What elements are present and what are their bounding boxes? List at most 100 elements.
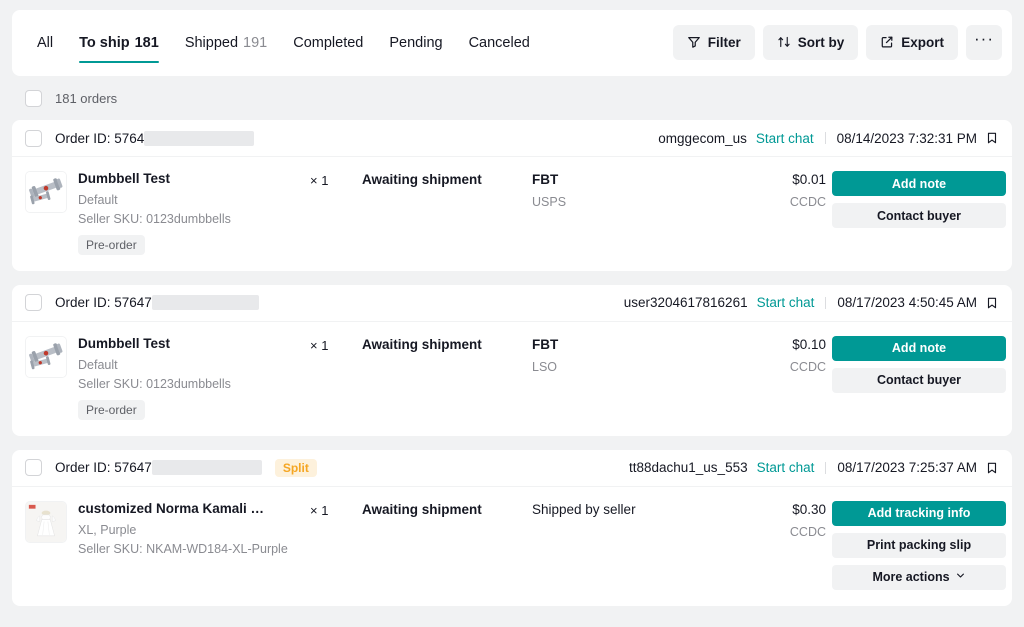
shipping-info: FBT LSO: [532, 336, 722, 374]
contact-buyer-button[interactable]: Contact buyer: [832, 203, 1006, 228]
export-label: Export: [901, 34, 944, 50]
order-select-checkbox[interactable]: [25, 459, 42, 477]
order-card-header: Order ID: 5764 omggecom_us Start chat 08/14…: [12, 120, 1012, 157]
more-options-button[interactable]: ···: [966, 24, 1002, 60]
bookmark-icon[interactable]: [985, 461, 999, 475]
order-id-label: Order ID: 5764: [55, 130, 145, 146]
dumbbell-image: [25, 171, 67, 213]
orders-page: All To ship 181 Shipped 191 Completed Pending C…: [0, 10, 1024, 627]
add-note-button[interactable]: Add note: [832, 171, 1006, 196]
filter-icon: [687, 35, 701, 49]
order-select-checkbox[interactable]: [25, 129, 42, 147]
order-status: Awaiting shipment: [362, 172, 482, 187]
sort-by-button[interactable]: Sort by: [762, 24, 859, 60]
orders-list: Order ID: 5764 omggecom_us Start chat 08/14…: [12, 120, 1012, 606]
bookmark-icon[interactable]: [985, 131, 999, 145]
tab-shipped[interactable]: Shipped 191: [172, 10, 280, 76]
dress-image: [25, 500, 67, 543]
sort-by-label: Sort by: [797, 34, 845, 50]
product-name: customized Norma Kamali Diana…: [78, 500, 268, 516]
order-select-checkbox[interactable]: [25, 294, 42, 312]
order-card-body: customized Norma Kamali Diana… XL, Purple…: [12, 487, 1012, 606]
add-note-button[interactable]: Add note: [832, 335, 1006, 361]
tab-label: Canceled: [468, 35, 530, 51]
start-chat-link[interactable]: Start chat: [756, 131, 814, 146]
order-card-header: Order ID: 57647 user3204617816261 Start ch…: [12, 285, 1012, 322]
more-actions-button[interactable]: More actions: [832, 564, 1006, 590]
chevron-down-icon: [955, 570, 966, 584]
order-card-header: Order ID: 57647 Split tt88dachu1_us_553 Sta…: [12, 450, 1012, 487]
orders-toolbar: All To ship 181 Shipped 191 Completed Pending C…: [12, 10, 1012, 76]
product-quantity: × 1: [310, 502, 329, 518]
payment-method: CCDC: [789, 195, 826, 209]
product-sku: Seller SKU: 0123dumbbells: [78, 211, 231, 226]
order-date: 08/17/2023 4:50:45 AM: [837, 295, 977, 311]
print-packing-slip-button[interactable]: Print packing slip: [832, 532, 1006, 558]
filter-button[interactable]: Filter: [672, 24, 755, 60]
shipping-method: Shipped by seller: [532, 501, 636, 517]
shipping-carrier: USPS: [532, 195, 567, 209]
add-tracking-info-button[interactable]: Add tracking info: [832, 500, 1006, 526]
product-meta: Dumbbell Test Default Seller SKU: 0123dumb…: [78, 336, 231, 420]
order-status-tabs: All To ship 181 Shipped 191 Completed Pending C…: [24, 10, 673, 76]
product-quantity: × 1: [310, 337, 329, 353]
product-variation: Default: [78, 357, 118, 372]
shipping-info: FBT USPS: [532, 171, 722, 209]
order-date: 08/17/2023 7:25:37 AM: [837, 460, 977, 476]
meta-divider: [825, 461, 827, 474]
orders-count-row: 181 orders: [12, 76, 1012, 120]
tab-completed[interactable]: Completed: [280, 10, 376, 76]
start-chat-link[interactable]: Start chat: [757, 460, 815, 475]
meta-divider: [824, 132, 826, 144]
action-label: Add note: [891, 176, 947, 191]
order-id-label: Order ID: 57647: [55, 460, 152, 476]
product-info: customized Norma Kamali Diana… XL, Purple…: [25, 500, 310, 556]
buyer-name: user3204617816261: [623, 295, 748, 311]
shipping-method: FBT: [532, 336, 559, 352]
tab-to-ship[interactable]: To ship 181: [66, 10, 172, 76]
product-info: Dumbbell Test Default Seller SKU: 0123dumb…: [25, 335, 310, 420]
tab-all[interactable]: All: [24, 10, 66, 76]
order-header-meta: omggecom_us Start chat 08/14/2023 7:32:31 …: [658, 131, 999, 146]
order-id-label: Order ID: 57647: [55, 295, 152, 311]
tab-pending[interactable]: Pending: [376, 10, 455, 76]
filter-label: Filter: [707, 34, 741, 50]
product-sku: Seller SKU: NKAM-WD184-XL-Purple: [78, 541, 288, 556]
product-variation: XL, Purple: [78, 522, 137, 537]
select-all-checkbox[interactable]: [25, 89, 42, 107]
action-label: Contact buyer: [876, 373, 962, 388]
shipping-carrier: LSO: [532, 359, 558, 374]
order-actions: Add tracking info Print packing slip More …: [832, 500, 1006, 590]
action-label: More actions: [872, 570, 950, 585]
price-amount: $0.01: [792, 172, 826, 187]
product-tag: Pre-order: [78, 399, 145, 420]
product-tag: Pre-order: [78, 234, 145, 255]
tab-canceled[interactable]: Canceled: [456, 10, 543, 76]
order-id: Order ID: 5764: [55, 130, 255, 146]
order-card: Order ID: 5764 omggecom_us Start chat 08/14…: [12, 120, 1012, 271]
order-card: Order ID: 57647 user3204617816261 Start ch…: [12, 284, 1012, 436]
order-card-body: Dumbbell Test Default Seller SKU: 0123dumb…: [12, 322, 1012, 436]
order-card: Order ID: 57647 Split tt88dachu1_us_553 Sta…: [12, 449, 1012, 606]
order-id: Order ID: 57647: [55, 295, 259, 311]
order-status: Awaiting shipment: [362, 501, 482, 517]
buyer-name: tt88dachu1_us_553: [628, 460, 748, 476]
order-actions: Add note Contact buyer: [832, 335, 1006, 393]
orders-count-label: 181 orders: [55, 90, 118, 106]
buyer-name: omggecom_us: [658, 130, 747, 146]
order-id-redaction: [151, 460, 262, 476]
export-button[interactable]: Export: [866, 24, 958, 60]
action-label: Contact buyer: [876, 208, 962, 223]
product-name: Dumbbell Test: [78, 171, 171, 186]
order-header-meta: user3204617816261 Start chat 08/17/2023 4:…: [624, 295, 999, 310]
product-info: Dumbbell Test Default Seller SKU: 0123dumb…: [25, 171, 310, 255]
order-id: Order ID: 57647: [55, 460, 262, 476]
tab-label: Shipped: [184, 35, 239, 51]
order-date: 08/14/2023 7:32:31 PM: [836, 130, 977, 146]
payment-method: CCDC: [789, 359, 826, 374]
product-sku: Seller SKU: 0123dumbbells: [78, 376, 231, 391]
order-price: $0.30 CCDC: [722, 501, 832, 539]
bookmark-icon[interactable]: [985, 296, 999, 310]
start-chat-link[interactable]: Start chat: [757, 295, 815, 310]
contact-buyer-button[interactable]: Contact buyer: [832, 367, 1006, 393]
